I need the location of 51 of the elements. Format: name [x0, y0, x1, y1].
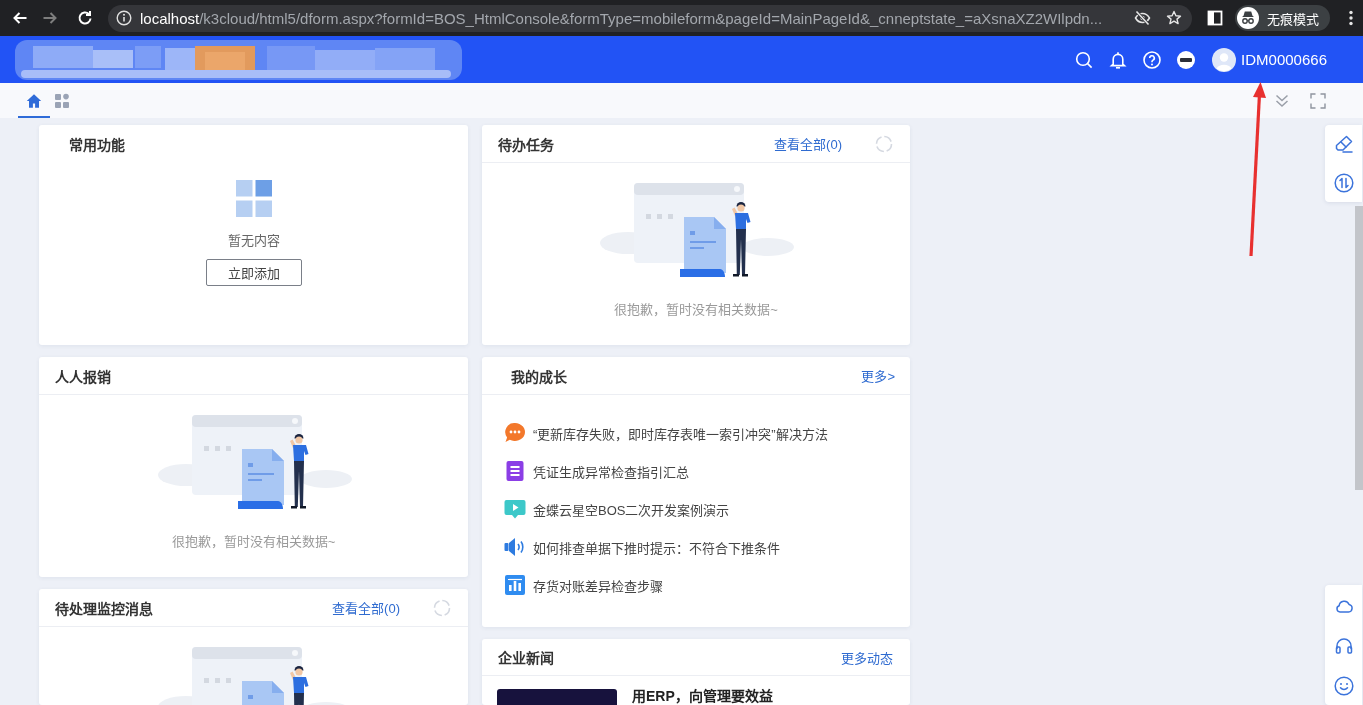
- smiley-icon[interactable]: [1333, 676, 1354, 696]
- incognito-icon: [1237, 7, 1259, 29]
- add-button[interactable]: 立即添加: [205, 259, 302, 286]
- avatar-icon: [1212, 47, 1237, 72]
- article-link[interactable]: “更新库存失败，即时库存表唯一索引冲突”解决方法: [504, 414, 910, 452]
- list-document-icon: [504, 460, 526, 482]
- card-title: 企业新闻: [498, 649, 554, 667]
- app-grid-icon: [235, 180, 272, 217]
- article-link[interactable]: 如何排查单据下推时提示：不符合下推条件: [504, 528, 910, 566]
- empty-state-message: 很抱歉，暂时没有相关数据~: [614, 301, 778, 318]
- card-title: 待办任务: [498, 135, 554, 154]
- bar-chart-icon: [504, 574, 526, 596]
- side-panel-icon[interactable]: [1207, 10, 1223, 26]
- chat-bubble-icon: [504, 422, 526, 444]
- news-headline-link[interactable]: 用ERP，向管理要效益: [632, 689, 773, 704]
- menu-icon[interactable]: [1348, 10, 1354, 26]
- article-link[interactable]: 金蝶云星空BOS二次开发案例演示: [504, 490, 910, 528]
- headset-icon[interactable]: [1333, 636, 1354, 656]
- eraser-icon[interactable]: [1333, 134, 1354, 154]
- header-link[interactable]: 查看全部(0): [774, 134, 842, 153]
- article-link[interactable]: 凭证生成异常检查指引汇总: [504, 452, 910, 490]
- back-icon[interactable]: [12, 10, 28, 26]
- forward-icon[interactable]: [42, 10, 58, 26]
- play-video-icon: [504, 498, 526, 520]
- star-icon[interactable]: [1166, 10, 1182, 26]
- bell-icon[interactable]: [1109, 50, 1128, 69]
- info-icon[interactable]: [116, 10, 132, 26]
- card-title: 我的成长: [511, 367, 567, 386]
- card-title: 待处理监控消息: [55, 599, 153, 618]
- empty-state-text: 暂无内容: [227, 232, 280, 249]
- sort-circle-icon[interactable]: [1333, 173, 1354, 193]
- url-text: localhost/k3cloud/html5/dform.aspx?formId=BOS_HtmlConsole&formType=mobileform&pageId=MainPageId&_cnneptstate_=aXsnaXZ2WIlpdn...: [140, 9, 1104, 27]
- header-link[interactable]: 更多动态: [841, 647, 893, 667]
- eye-slash-icon[interactable]: [1134, 10, 1151, 26]
- reload-icon[interactable]: [77, 10, 93, 26]
- search-icon[interactable]: [1075, 50, 1094, 69]
- user-menu-button[interactable]: IDM0000666: [1212, 47, 1327, 72]
- header-link[interactable]: 更多>: [861, 366, 895, 385]
- article-link[interactable]: 存货对账差异检查步骤: [504, 566, 910, 604]
- empty-state-message: 很抱歉，暂时没有相关数据~: [171, 533, 336, 550]
- address-bar[interactable]: localhost/k3cloud/html5/dform.aspx?formId=BOS_HtmlConsole&formType=mobileform&pageId=MainPageId&_cnneptstate_=aXsnaXZ2WIlpdn...: [108, 4, 1192, 32]
- home-icon: [26, 92, 42, 109]
- speaker-icon: [504, 536, 526, 558]
- help-icon[interactable]: [1143, 50, 1162, 69]
- apps-icon: [54, 92, 70, 109]
- header-link[interactable]: 查看全部(0): [332, 598, 400, 617]
- scrollbar-thumb[interactable]: [1355, 206, 1363, 490]
- minus-circle-icon[interactable]: [1177, 50, 1196, 69]
- profile-button[interactable]: 无痕模式: [1235, 5, 1330, 31]
- card-title: 人人报销: [55, 367, 111, 386]
- card-title: 常用功能: [69, 135, 125, 154]
